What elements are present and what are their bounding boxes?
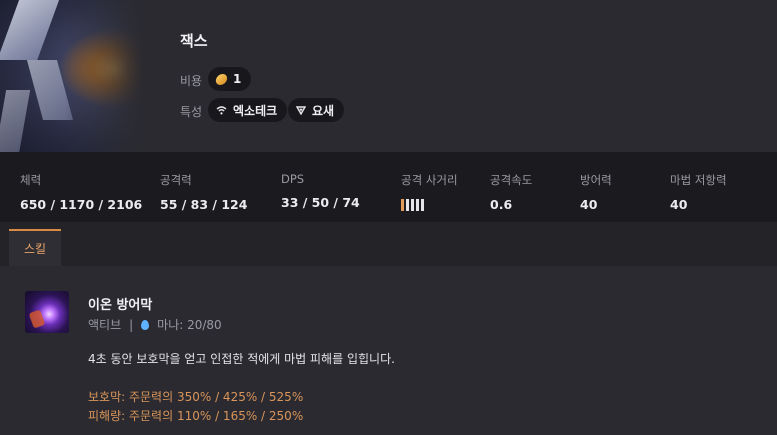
stat-magic-resist: 마법 저항력 40 — [670, 172, 727, 212]
divider: | — [129, 317, 134, 332]
skill-type: 액티브 — [88, 318, 122, 332]
gold-coin-icon — [214, 73, 229, 85]
stat-attack-range: 공격 사거리 — [401, 172, 458, 211]
stat-dps: DPS 33 / 50 / 74 — [281, 172, 360, 210]
stat-value: 55 / 83 / 124 — [160, 197, 248, 212]
skill-panel: 이온 방어막 액티브 | 마나: 20/80 4초 동안 보호막을 얻고 인접한… — [0, 266, 777, 435]
stat-label: 체력 — [20, 173, 42, 187]
stat-health: 체력 650 / 1170 / 2106 — [20, 172, 142, 212]
skill-icon — [25, 291, 69, 333]
skill-mana: 마나: 20/80 — [157, 318, 222, 332]
trait-badge-fortress[interactable]: 요새 — [288, 98, 345, 122]
stat-label: 방어력 — [580, 173, 612, 187]
tab-bar: 스킬 — [0, 222, 777, 266]
stats-bar: 체력 650 / 1170 / 2106 공격력 55 / 83 / 124 D… — [0, 152, 777, 222]
stat-label: DPS — [281, 172, 305, 186]
stat-value: 40 — [670, 197, 688, 212]
skill-name: 이온 방어막 — [88, 298, 153, 313]
mana-drop-icon — [141, 319, 150, 330]
shield-triangle-icon — [296, 105, 306, 115]
tab-skill[interactable]: 스킬 — [9, 229, 61, 266]
champion-portrait — [0, 0, 144, 152]
trait-name: 요새 — [312, 103, 335, 118]
cost-badge: 1 — [208, 67, 252, 91]
wifi-icon — [216, 105, 227, 114]
trait-badge-exotech[interactable]: 엑소테크 — [208, 98, 288, 122]
stat-value: 40 — [580, 197, 598, 212]
skill-meta: 액티브 | 마나: 20/80 — [88, 316, 222, 333]
stat-label: 마법 저항력 — [670, 173, 727, 187]
cost-label: 비용 — [180, 74, 203, 88]
stat-attack-damage: 공격력 55 / 83 / 124 — [160, 172, 247, 212]
skill-scaling-damage: 피해량: 주문력의 110% / 165% / 250% — [88, 409, 304, 423]
range-bar-segment — [421, 199, 424, 211]
stat-label: 공격 사거리 — [401, 173, 458, 187]
stat-label: 공격력 — [160, 173, 192, 187]
stat-label: 공격속도 — [490, 173, 533, 187]
stat-attack-speed: 공격속도 0.6 — [490, 172, 532, 212]
traits-label: 특성 — [180, 105, 203, 119]
stat-value: 0.6 — [490, 197, 513, 212]
champion-name: 잭스 — [180, 32, 208, 50]
range-bar-segment — [406, 199, 409, 211]
range-indicator — [401, 199, 458, 211]
champion-header: 잭스 비용 1 특성 엑소테크 요새 — [0, 0, 777, 152]
stat-value: 650 / 1170 / 2106 — [20, 197, 143, 212]
range-bar-segment — [416, 199, 419, 211]
stat-value: 33 / 50 / 74 — [281, 195, 360, 210]
range-bar-segment — [411, 199, 414, 211]
stat-armor: 방어력 40 — [580, 172, 612, 212]
skill-scaling-shield: 보호막: 주문력의 350% / 425% / 525% — [88, 390, 304, 404]
cost-value: 1 — [233, 72, 242, 86]
trait-name: 엑소테크 — [233, 103, 278, 118]
range-bar-segment — [401, 199, 404, 211]
skill-description: 4초 동안 보호막을 얻고 인접한 적에게 마법 피해를 입힙니다. — [88, 352, 395, 366]
